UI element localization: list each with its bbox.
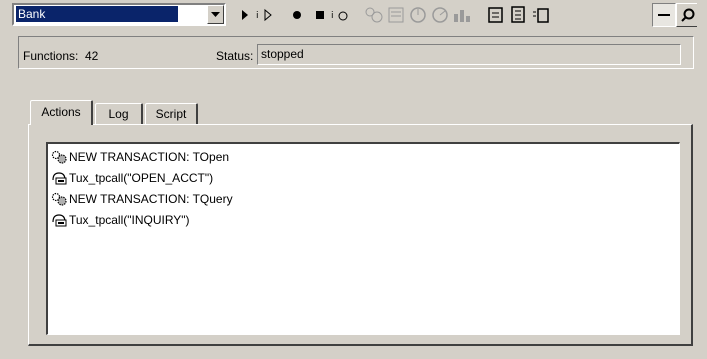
export-icon — [488, 7, 503, 23]
window-edge — [697, 0, 707, 359]
stop-play-icon: ⅰ — [331, 11, 348, 21]
list-button[interactable] — [384, 3, 408, 27]
timer-button[interactable] — [406, 3, 430, 27]
call-icon — [50, 170, 68, 186]
gears-icon — [50, 191, 68, 207]
script-icon — [511, 6, 525, 23]
transaction-icon — [365, 7, 383, 23]
list-item[interactable]: Tux_tpcall("INQUIRY") — [50, 210, 190, 230]
record-icon — [293, 11, 301, 19]
list-item[interactable]: NEW TRANSACTION: TOpen — [50, 147, 229, 167]
play-icon — [242, 10, 248, 20]
gears-icon — [50, 149, 68, 165]
status-field: stopped — [257, 44, 681, 65]
svg-text:ⅰ: ⅰ — [331, 11, 334, 21]
transaction-button[interactable] — [362, 3, 386, 27]
timer2-icon — [432, 7, 448, 23]
record-button[interactable] — [285, 3, 309, 27]
list-item[interactable]: NEW TRANSACTION: TQuery — [50, 189, 233, 209]
list-icon — [388, 7, 404, 23]
stop-play-button[interactable]: ⅰ — [328, 3, 352, 27]
line-toggle[interactable] — [652, 3, 676, 27]
action-text: NEW TRANSACTION: TQuery — [69, 192, 233, 206]
step-button[interactable]: ⅰ — [253, 3, 277, 27]
function-combo[interactable]: Bank — [12, 3, 226, 26]
actions-list[interactable]: NEW TRANSACTION: TOpen Tux_tpcall("OPEN_… — [46, 142, 680, 335]
tab-actions[interactable]: Actions — [30, 100, 93, 125]
action-text: NEW TRANSACTION: TOpen — [69, 150, 230, 164]
combo-value: Bank — [16, 6, 178, 22]
chart-button[interactable] — [450, 3, 474, 27]
script-button[interactable] — [506, 3, 530, 27]
line-icon — [658, 14, 670, 16]
tab-script[interactable]: Script — [145, 103, 198, 125]
functions-label: Functions: — [23, 49, 79, 63]
indent-button[interactable] — [528, 3, 552, 27]
chart-icon — [454, 10, 470, 22]
indent-icon — [533, 8, 549, 23]
search-icon — [681, 8, 695, 22]
action-text: Tux_tpcall("OPEN_ACCT") — [69, 171, 214, 185]
action-text: Tux_tpcall("INQUIRY") — [69, 213, 190, 227]
export-button[interactable] — [484, 3, 508, 27]
call-icon — [50, 212, 68, 228]
svg-text:ⅰ: ⅰ — [256, 11, 259, 21]
step-icon: ⅰ — [256, 8, 272, 22]
chevron-down-icon[interactable] — [207, 5, 224, 24]
functions-count: 42 — [85, 49, 99, 63]
timer2-button[interactable] — [428, 3, 452, 27]
status-label: Status: — [216, 49, 254, 63]
tab-log[interactable]: Log — [95, 103, 143, 125]
timer-icon — [410, 7, 426, 23]
list-item[interactable]: Tux_tpcall("OPEN_ACCT") — [50, 168, 213, 188]
stop-icon — [316, 11, 324, 19]
